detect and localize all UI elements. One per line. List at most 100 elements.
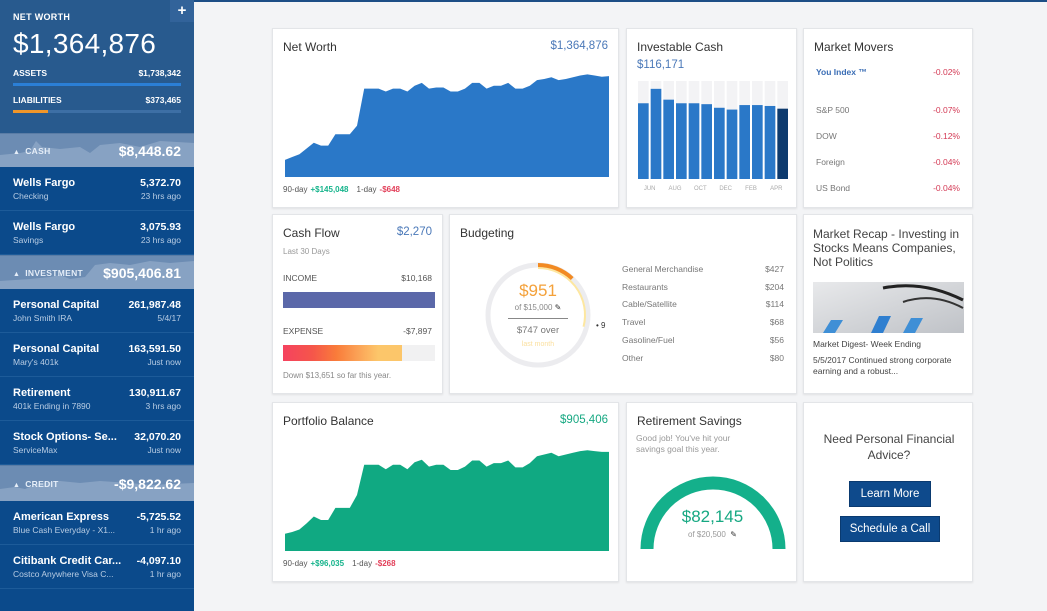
budget-category-amount: $80 — [769, 352, 784, 363]
account-value: 3,075.93 — [140, 220, 181, 233]
account-row[interactable]: Stock Options- Se... ServiceMax 32,070.20… — [0, 421, 194, 465]
card-title: Market Movers — [814, 40, 894, 54]
account-row[interactable]: American Express Blue Cash Everyday - X1.… — [0, 501, 194, 545]
bar-feb[interactable] — [739, 105, 750, 179]
assets-bar-fill — [13, 83, 181, 86]
market-mover-row[interactable]: S&P 500 -0.07% — [816, 105, 960, 115]
retirement-savings-card[interactable]: Retirement Savings Good job! You've hit … — [626, 402, 797, 582]
market-movers-card[interactable]: Market Movers You Index ™ -0.02% S&P 500 -0… — [803, 28, 973, 208]
bar-oct[interactable] — [688, 103, 700, 179]
portfolio-balance-card[interactable]: Portfolio Balance $905,406 90-day +$96,03… — [272, 402, 619, 582]
bar-jan[interactable] — [726, 109, 738, 179]
x-tick-label: AUG — [668, 186, 681, 192]
budgeting-card[interactable]: Budgeting $951 of $15,000 ✎ $747 over la… — [449, 214, 797, 394]
net-worth-panel[interactable]: NET WORTH + $1,364,876 ASSETS $1,738,342… — [0, 0, 194, 133]
bar-may[interactable] — [777, 108, 788, 179]
market-mover-change: -0.04% — [933, 157, 960, 167]
bar-aug[interactable] — [663, 99, 674, 179]
budget-category-row[interactable]: Other $80 — [622, 353, 784, 363]
account-row[interactable]: Citibank Credit Car... Costco Anywhere Vi… — [0, 545, 194, 589]
ninety-day-label: 90-day — [283, 185, 308, 194]
market-mover-row[interactable]: US Bond -0.04% — [816, 183, 960, 193]
account-time: 23 hrs ago — [140, 234, 181, 245]
budget-category-row[interactable]: Gasoline/Fuel $56 — [622, 335, 784, 345]
market-mover-change: -0.04% — [933, 183, 960, 193]
section-cash[interactable]: ▲ CASH $8,448.62 — [0, 133, 194, 167]
bar-apr[interactable] — [764, 105, 776, 179]
card-title: Net Worth — [283, 40, 337, 54]
x-tick-label: DEC — [719, 186, 732, 192]
expense-label: EXPENSE — [283, 326, 324, 336]
card-title: Retirement Savings — [637, 414, 742, 428]
income-bar — [283, 292, 435, 308]
account-time: 1 hr ago — [149, 524, 181, 535]
account-row[interactable]: Personal Capital John Smith IRA 261,987.4… — [0, 289, 194, 333]
market-mover-row[interactable]: Foreign -0.04% — [816, 157, 960, 167]
budget-category-row[interactable]: Cable/Satellite $114 — [622, 299, 784, 309]
bar-dec[interactable] — [714, 107, 725, 179]
card-title: Portfolio Balance — [283, 414, 374, 428]
expense-value: -$7,897 — [403, 326, 432, 336]
liabilities-bar — [13, 110, 181, 113]
bar-jun[interactable] — [638, 103, 649, 179]
net-worth-card[interactable]: Net Worth $1,364,876 90-day +$145,048 1-da… — [272, 28, 619, 208]
market-mover-change: -0.12% — [933, 131, 960, 141]
account-row[interactable]: Retirement 401k Ending in 7890 130,911.67… — [0, 377, 194, 421]
plus-icon[interactable]: + — [170, 0, 194, 22]
bar-sep[interactable] — [676, 103, 687, 179]
budget-category-row[interactable]: Travel $68 — [622, 317, 784, 327]
investable-cash-card[interactable]: Investable Cash $116,171 JUN AUG OCT DEC FEB… — [626, 28, 797, 208]
retirement-message: Good job! You've hit your savings goal t… — [636, 433, 731, 454]
portfolio-area — [285, 450, 609, 551]
day-marker: • 9 — [596, 321, 606, 330]
recap-title[interactable]: Market Recap - Investing in Stocks Means… — [813, 227, 968, 269]
bar-nov[interactable] — [701, 104, 712, 179]
advice-card: Need Personal Financial Advice? Learn Mo… — [803, 402, 973, 582]
net-worth-footer: 90-day +$145,048 1-day -$648 — [283, 185, 400, 194]
account-row[interactable]: Wells Fargo Savings 3,075.93 23 hrs ago — [0, 211, 194, 255]
cash-flow-card[interactable]: Cash Flow $2,270 Last 30 Days INCOME $10… — [272, 214, 443, 394]
section-investment[interactable]: ▲ INVESTMENT $905,406.81 — [0, 255, 194, 289]
net-worth-chart — [285, 74, 609, 177]
investable-cash-chart: JUN AUG OCT DEC FEB APR — [638, 81, 788, 192]
recap-image[interactable] — [813, 282, 964, 333]
section-cash-total: $8,448.62 — [118, 142, 181, 159]
card-title: Budgeting — [460, 226, 515, 240]
budget-category-row[interactable]: General Merchandise $427 — [622, 264, 784, 274]
section-credit[interactable]: ▲ CREDIT -$9,822.62 — [0, 465, 194, 501]
account-time: Just now — [147, 356, 181, 367]
card-value: $1,364,876 — [550, 40, 608, 52]
account-sub: ServiceMax — [13, 444, 58, 455]
bar-jul[interactable] — [650, 88, 662, 179]
market-recap-card[interactable]: Market Recap - Investing in Stocks Means… — [803, 214, 973, 394]
account-name: Personal Capital — [13, 342, 100, 355]
retirement-value: $82,145 — [681, 507, 744, 526]
account-row[interactable]: Wells Fargo Checking 5,372.70 23 hrs ago — [0, 167, 194, 211]
account-value: 32,070.20 — [134, 430, 181, 443]
account-row[interactable]: Personal Capital Mary's 401k 163,591.50 Ju… — [0, 333, 194, 377]
pencil-icon[interactable]: ✎ — [555, 303, 562, 312]
section-cash-label: ▲ CASH — [13, 145, 51, 156]
account-time: 5/4/17 — [157, 312, 181, 323]
portfolio-footer: 90-day +$96,035 1-day -$268 — [283, 559, 396, 568]
pencil-icon[interactable]: ✎ — [730, 530, 737, 539]
budget-category-row[interactable]: Restaurants $204 — [622, 282, 784, 292]
market-mover-row[interactable]: DOW -0.12% — [816, 131, 960, 141]
x-tick-label: FEB — [745, 186, 757, 192]
cash-flow-subtitle: Last 30 Days — [283, 247, 330, 256]
retirement-goal: of $20,500 ✎ — [627, 530, 798, 539]
budget-category-name: Travel — [622, 317, 646, 328]
recap-snippet: 5/5/2017 Continued strong corporate earn… — [813, 355, 952, 376]
account-value: 5,372.70 — [140, 176, 181, 189]
one-day-label: 1-day — [352, 559, 373, 568]
budget-category-amount: $56 — [769, 334, 784, 345]
liabilities-bar-fill — [13, 110, 49, 113]
schedule-call-button[interactable]: Schedule a Call — [840, 516, 940, 542]
account-name: Wells Fargo — [13, 220, 76, 233]
card-value: $905,406 — [560, 414, 608, 426]
collapse-icon: ▲ — [13, 481, 21, 489]
advice-title: Need Personal Financial Advice? — [823, 432, 955, 462]
market-mover-row[interactable]: You Index ™ -0.02% — [816, 67, 960, 77]
learn-more-button[interactable]: Learn More — [849, 481, 931, 507]
bar-mar[interactable] — [752, 105, 763, 179]
